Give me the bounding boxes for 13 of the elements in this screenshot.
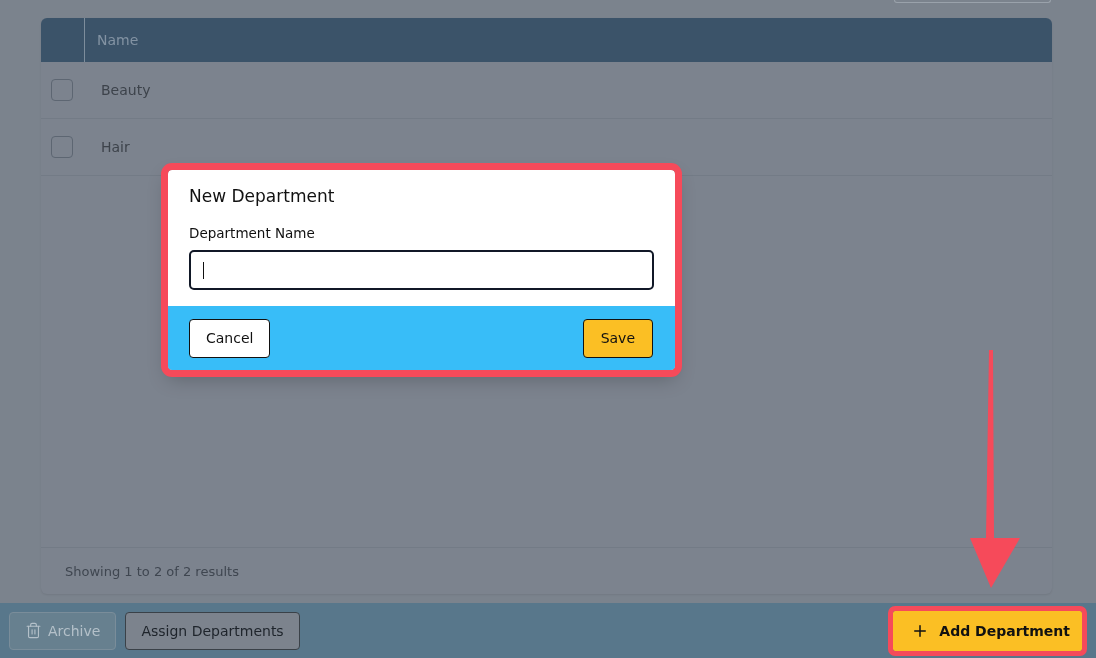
dialog-title: New Department	[189, 186, 336, 206]
save-button[interactable]: Save	[582, 318, 653, 358]
row-checkbox[interactable]	[51, 79, 73, 101]
field-label: Department Name	[189, 225, 316, 241]
department-name-field[interactable]	[189, 250, 654, 290]
trash-icon	[25, 622, 42, 639]
row-checkbox[interactable]	[51, 136, 73, 158]
column-header: Name	[96, 32, 139, 48]
table-cell: Hair	[101, 139, 130, 155]
results-count: Showing 1 to 2 of 2 results	[65, 563, 239, 579]
assign-button[interactable]: Assign Departments	[125, 611, 300, 650]
table-cell: Beauty	[101, 82, 151, 98]
cancel-button[interactable]: Cancel	[189, 318, 271, 358]
